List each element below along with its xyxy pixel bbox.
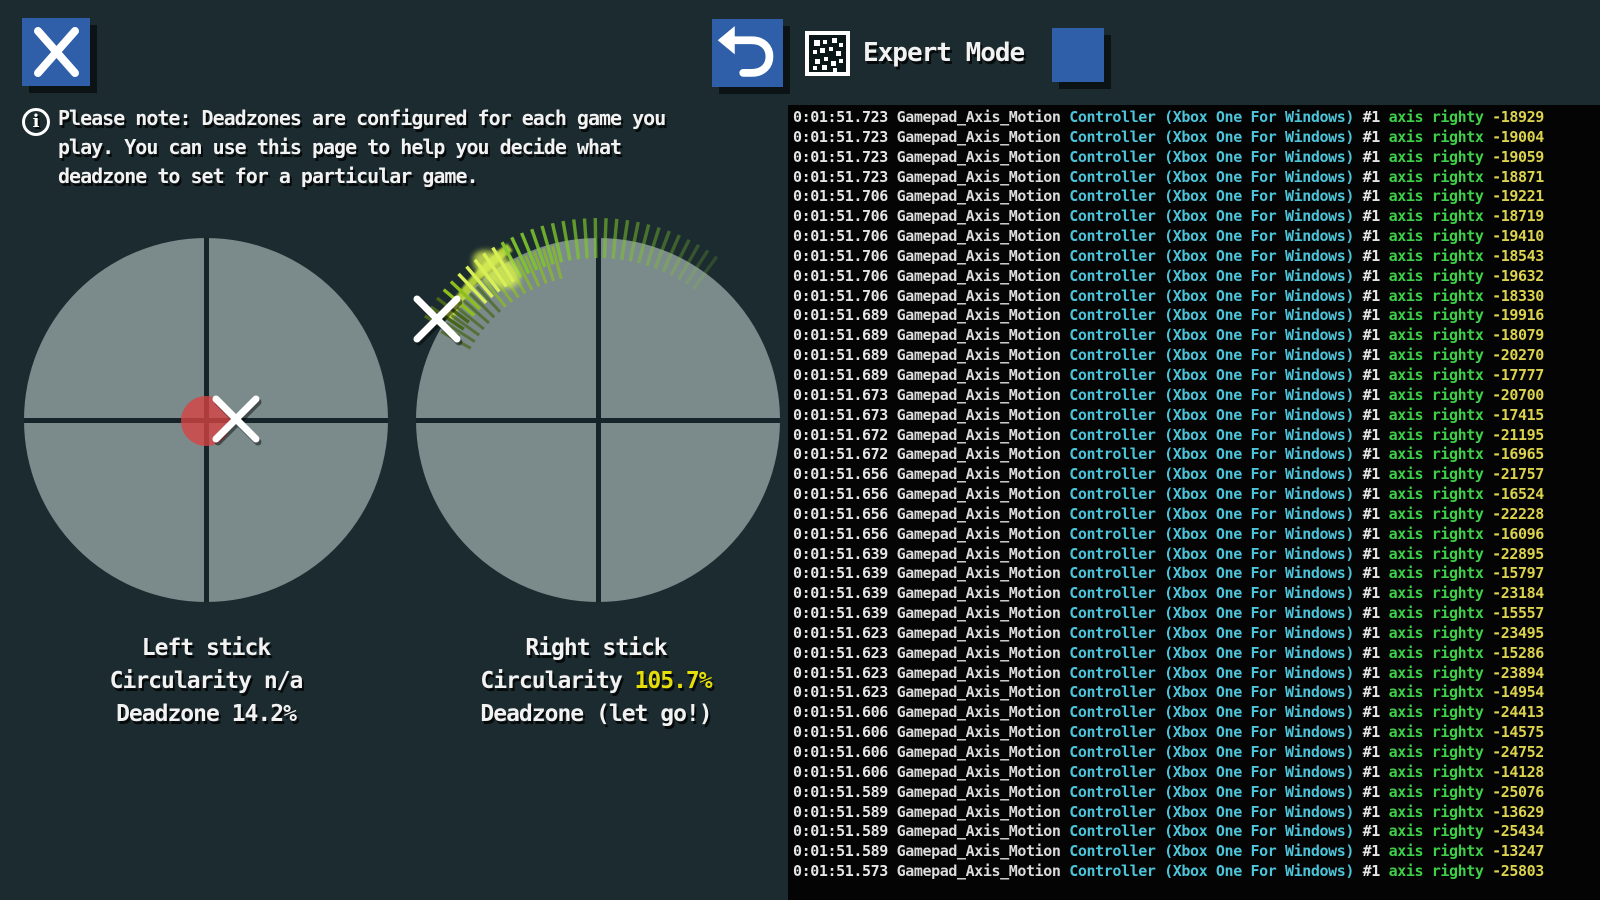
log-row: 0:01:51.623 Gamepad_Axis_Motion Controll… — [793, 623, 1544, 642]
event-log: 0:01:51.723 Gamepad_Axis_Motion Controll… — [793, 108, 1544, 882]
undo-arrow-icon — [717, 26, 774, 77]
log-row: 0:01:51.589 Gamepad_Axis_Motion Controll… — [793, 842, 1544, 861]
right-stick-label: Right stick Circularity 105.7% Deadzone … — [396, 632, 796, 731]
qr-code-icon — [805, 31, 850, 76]
log-row: 0:01:51.689 Gamepad_Axis_Motion Controll… — [793, 346, 1544, 365]
log-row: 0:01:51.656 Gamepad_Axis_Motion Controll… — [793, 465, 1544, 484]
left-stick-title: Left stick — [141, 635, 271, 661]
log-row: 0:01:51.639 Gamepad_Axis_Motion Controll… — [793, 604, 1544, 623]
log-row: 0:01:51.639 Gamepad_Axis_Motion Controll… — [793, 564, 1544, 583]
left-deadzone-value: 14.2% — [231, 701, 297, 727]
log-row: 0:01:51.672 Gamepad_Axis_Motion Controll… — [793, 425, 1544, 444]
left-stick-deadzone: Deadzone 14.2% — [116, 701, 297, 727]
left-stick-label: Left stick Circularity n/a Deadzone 14.2… — [6, 632, 406, 731]
log-row: 0:01:51.706 Gamepad_Axis_Motion Controll… — [793, 286, 1544, 305]
event-log-panel: 0:01:51.723 Gamepad_Axis_Motion Controll… — [788, 105, 1600, 900]
log-row: 0:01:51.623 Gamepad_Axis_Motion Controll… — [793, 683, 1544, 702]
log-row: 0:01:51.606 Gamepad_Axis_Motion Controll… — [793, 743, 1544, 761]
log-row: 0:01:51.723 Gamepad_Axis_Motion Controll… — [793, 147, 1544, 166]
deadzone-note: i Please note: Deadzones are configured … — [22, 104, 666, 191]
log-row: 0:01:51.589 Gamepad_Axis_Motion Controll… — [793, 822, 1544, 841]
log-row: 0:01:51.623 Gamepad_Axis_Motion Controll… — [793, 663, 1544, 682]
expert-mode-label: Expert Mode — [863, 38, 1025, 68]
expert-mode-checkbox[interactable] — [1052, 28, 1104, 82]
log-row: 0:01:51.706 Gamepad_Axis_Motion Controll… — [793, 227, 1544, 246]
undo-button[interactable] — [712, 19, 783, 87]
note-line-2: play. You can use this page to help you … — [58, 135, 622, 159]
left-circularity-value: n/a — [263, 668, 304, 694]
left-stick-position-marker — [212, 395, 260, 443]
log-row: 0:01:51.689 Gamepad_Axis_Motion Controll… — [793, 365, 1544, 384]
right-stick-circularity: Circularity 105.7% — [480, 668, 713, 694]
right-stick-position-marker — [413, 295, 461, 343]
right-stick-deadzone: Deadzone (let go!) — [480, 701, 713, 727]
log-row: 0:01:51.706 Gamepad_Axis_Motion Controll… — [793, 207, 1544, 226]
note-line-1: Please note: Deadzones are configured fo… — [58, 106, 666, 130]
log-row: 0:01:51.589 Gamepad_Axis_Motion Controll… — [793, 802, 1544, 821]
log-row: 0:01:51.656 Gamepad_Axis_Motion Controll… — [793, 504, 1544, 523]
log-row: 0:01:51.673 Gamepad_Axis_Motion Controll… — [793, 385, 1544, 404]
log-row: 0:01:51.606 Gamepad_Axis_Motion Controll… — [793, 703, 1544, 722]
log-row: 0:01:51.639 Gamepad_Axis_Motion Controll… — [793, 544, 1544, 563]
right-stick-title: Right stick — [525, 635, 667, 661]
right-crosshair-horizontal — [416, 417, 780, 423]
log-row: 0:01:51.639 Gamepad_Axis_Motion Controll… — [793, 584, 1544, 603]
log-row: 0:01:51.672 Gamepad_Axis_Motion Controll… — [793, 445, 1544, 464]
right-circularity-value: 105.7% — [634, 668, 713, 694]
close-button[interactable] — [22, 18, 90, 86]
info-icon: i — [22, 108, 50, 136]
right-stick-circle — [416, 238, 780, 602]
log-row: 0:01:51.723 Gamepad_Axis_Motion Controll… — [793, 127, 1544, 146]
log-row: 0:01:51.623 Gamepad_Axis_Motion Controll… — [793, 643, 1544, 662]
close-icon — [34, 27, 79, 77]
log-row: 0:01:51.706 Gamepad_Axis_Motion Controll… — [793, 187, 1544, 206]
deadzone-settings-page: Expert Mode i Please note: Deadzones are… — [0, 0, 1600, 900]
log-row: 0:01:51.656 Gamepad_Axis_Motion Controll… — [793, 485, 1544, 504]
log-row: 0:01:51.589 Gamepad_Axis_Motion Controll… — [793, 782, 1544, 801]
right-deadzone-value: (let go!) — [596, 701, 713, 727]
log-row: 0:01:51.606 Gamepad_Axis_Motion Controll… — [793, 762, 1544, 781]
log-row: 0:01:51.723 Gamepad_Axis_Motion Controll… — [793, 108, 1544, 126]
log-row: 0:01:51.573 Gamepad_Axis_Motion Controll… — [793, 862, 1544, 881]
log-row: 0:01:51.706 Gamepad_Axis_Motion Controll… — [793, 246, 1544, 265]
log-row: 0:01:51.689 Gamepad_Axis_Motion Controll… — [793, 326, 1544, 345]
left-stick-circularity: Circularity n/a — [109, 668, 304, 694]
log-row: 0:01:51.656 Gamepad_Axis_Motion Controll… — [793, 524, 1544, 543]
note-line-3: deadzone to set for a particular game. — [58, 164, 479, 188]
log-row: 0:01:51.723 Gamepad_Axis_Motion Controll… — [793, 167, 1544, 186]
log-row: 0:01:51.706 Gamepad_Axis_Motion Controll… — [793, 266, 1544, 285]
log-row: 0:01:51.689 Gamepad_Axis_Motion Controll… — [793, 306, 1544, 325]
log-row: 0:01:51.606 Gamepad_Axis_Motion Controll… — [793, 723, 1544, 742]
log-row: 0:01:51.673 Gamepad_Axis_Motion Controll… — [793, 405, 1544, 424]
